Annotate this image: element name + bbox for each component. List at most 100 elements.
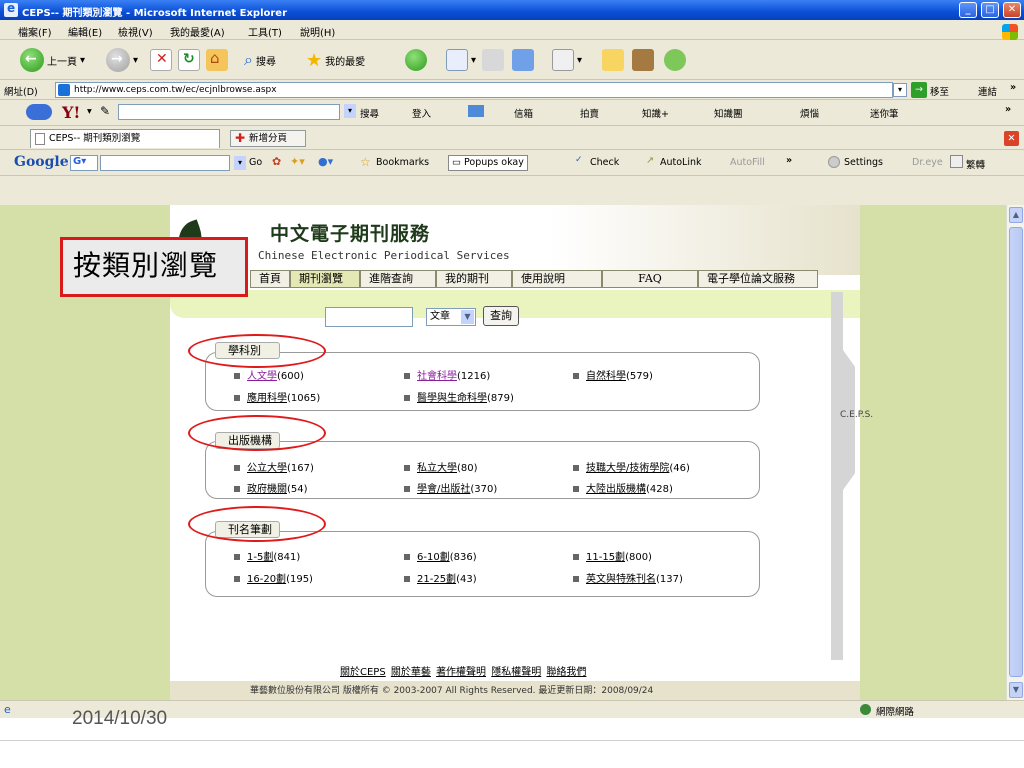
pagerank-icon[interactable]: ✿ [272,155,281,168]
yahoo-logo-icon[interactable]: Y! [62,103,80,122]
search-submit-button[interactable]: 查詢 [483,306,519,326]
links-label[interactable]: 連結 [978,84,997,98]
category-link[interactable]: 6-10劃 [417,552,450,563]
list-item[interactable]: 大陸出版機構(428) [573,480,673,495]
list-item[interactable]: 學會/出版社(370) [404,480,497,495]
bookmark-star-icon[interactable]: ☆ [360,155,371,169]
window-icon[interactable] [468,105,484,117]
stop-button[interactable]: ✕ [150,46,172,74]
google-menu[interactable]: G▾ [70,155,98,171]
maximize-button[interactable]: □ [981,2,999,18]
google-logo[interactable]: Google [14,154,69,170]
autolink-icon[interactable]: ↗ [646,155,654,166]
menu-edit[interactable]: 編輯(E) [68,24,102,39]
research-button[interactable] [632,46,654,74]
category-link[interactable]: 社會科學 [417,371,457,382]
mail-link[interactable]: 信箱 [514,106,533,120]
minimize-button[interactable]: _ [959,2,977,18]
list-item[interactable]: 政府機關(54) [234,480,308,495]
nav-faq[interactable]: FAQ [602,270,698,288]
list-item[interactable]: 私立大學(80) [404,459,478,474]
nav-my-journals[interactable]: 我的期刊 [436,270,512,288]
footer-link-privacy[interactable]: 隱私權聲明 [491,667,541,678]
list-item[interactable]: 自然科學(579) [573,367,653,382]
category-link[interactable]: 學會/出版社 [417,484,470,495]
list-item[interactable]: 應用科學(1065) [234,389,320,404]
refresh-button[interactable]: ↻ [178,46,200,74]
scroll-up-icon[interactable]: ▲ [1009,207,1023,223]
menu-favorites[interactable]: 我的最愛(A) [170,24,225,39]
go-button[interactable]: 移至 [930,84,949,98]
scroll-thumb[interactable] [1009,227,1023,677]
list-item[interactable]: 醫學與生命科學(879) [404,389,514,404]
eye-icon[interactable] [26,104,52,120]
category-link[interactable]: 人文學 [247,371,277,382]
blogger-icon[interactable]: ●▾ [318,155,333,168]
search-type-select[interactable]: 文章 ▼ [426,308,476,326]
knowledge-link[interactable]: 知識+ [642,106,669,120]
tab-current[interactable]: CEPS-- 期刊類別瀏覽 [30,129,220,148]
bookmarks-button[interactable]: Bookmarks [376,157,429,168]
category-link[interactable]: 應用科學 [247,393,287,404]
settings-gear-icon[interactable] [828,156,840,168]
list-item[interactable]: 1-5劃(841) [234,548,300,563]
dreye-label[interactable]: Dr.eye [912,157,943,168]
go-arrow-icon[interactable]: → [911,82,927,98]
print-button[interactable] [482,46,504,74]
list-item[interactable]: 技職大學/技術學院(46) [573,459,690,474]
more-chevron-icon[interactable]: » [1005,104,1011,115]
settings-button[interactable]: Settings [844,157,883,168]
address-input[interactable]: http://www.ceps.com.tw/ec/ecjnlbrowse.as… [55,82,893,98]
category-link[interactable]: 私立大學 [417,463,457,474]
category-link[interactable]: 技職大學/技術學院 [586,463,669,474]
scroll-down-icon[interactable]: ▼ [1009,682,1023,698]
category-link[interactable]: 英文與特殊刊名 [586,574,656,585]
search-button[interactable]: ⌕ 搜尋 [244,46,276,74]
google-go-button[interactable]: Go [249,157,262,168]
category-link[interactable]: 政府機關 [247,484,287,495]
edit-button[interactable] [512,46,534,74]
category-link[interactable]: 公立大學 [247,463,287,474]
nav-home[interactable]: 首頁 [250,270,290,288]
forward-button[interactable]: → ▾ [106,46,138,74]
list-item[interactable]: 6-10劃(836) [404,548,477,563]
footer-link-about-ceps[interactable]: 關於CEPS [340,667,386,678]
menu-file[interactable]: 檔案(F) [18,24,52,39]
history-button[interactable] [405,46,427,74]
menu-view[interactable]: 檢視(V) [118,24,153,39]
home-button[interactable]: ⌂ [206,46,228,74]
close-button[interactable]: ✕ [1003,2,1021,18]
convert-button[interactable]: 繁轉 [966,157,985,171]
more-chevron-icon[interactable]: » [1010,82,1016,93]
list-item[interactable]: 社會科學(1216) [404,367,490,382]
back-button[interactable]: ← 上一頁 ▾ [20,46,85,74]
autofill-button[interactable]: AutoFill [730,157,765,168]
category-link[interactable]: 21-25劃 [417,574,456,585]
chevron-down-icon[interactable]: ▾ [87,106,92,117]
more-chevron-icon[interactable]: » [786,155,792,166]
list-item[interactable]: 16-20劃(195) [234,570,313,585]
close-tab-icon[interactable]: ✕ [1004,131,1019,146]
auction-link[interactable]: 拍賣 [580,106,599,120]
menu-tools[interactable]: 工具(T) [248,24,282,39]
menu-help[interactable]: 說明(H) [300,24,335,39]
list-item[interactable]: 11-15劃(800) [573,548,652,563]
nav-advanced-search[interactable]: 進階查詢 [360,270,436,288]
footer-link-about-airiti[interactable]: 關於華藝 [391,667,431,678]
category-link[interactable]: 1-5劃 [247,552,273,563]
popups-button[interactable]: ▭ Popups okay [448,155,528,171]
autolink-button[interactable]: AutoLink [660,157,702,168]
spellcheck-icon[interactable]: ✓ [575,155,583,165]
category-link[interactable]: 自然科學 [586,371,626,382]
login-button[interactable]: 登入 [412,106,431,120]
category-link[interactable]: 大陸出版機構 [586,484,646,495]
nav-browse[interactable]: 期刊瀏覽 [290,270,360,288]
vertical-scrollbar[interactable]: ▲ ▼ [1006,205,1024,700]
footer-link-contact[interactable]: 聯絡我們 [546,667,586,678]
convert-icon[interactable] [950,155,963,168]
search-input[interactable] [325,307,413,327]
list-item[interactable]: 英文與特殊刊名(137) [573,570,683,585]
nav-thesis-service[interactable]: 電子學位論文服務 [698,270,818,288]
footer-link-copyright[interactable]: 著作權聲明 [436,667,486,678]
pen-link[interactable]: 迷你筆 [870,106,899,120]
